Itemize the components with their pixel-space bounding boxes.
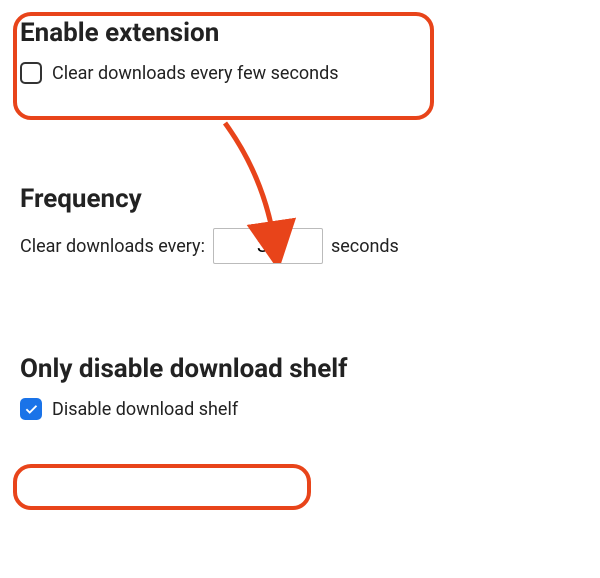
frequency-title: Frequency <box>20 184 580 214</box>
disable-shelf-checkbox-row: Disable download shelf <box>20 398 580 420</box>
clear-downloads-checkbox[interactable] <box>20 62 42 84</box>
clear-downloads-label: Clear downloads every few seconds <box>52 63 339 84</box>
disable-shelf-label: Disable download shelf <box>52 399 238 420</box>
annotation-highlight-2 <box>13 464 311 510</box>
frequency-input[interactable] <box>213 228 323 264</box>
frequency-label-after: seconds <box>331 236 399 257</box>
enable-extension-section: Enable extension Clear downloads every f… <box>20 18 580 84</box>
check-icon <box>24 402 38 416</box>
frequency-section: Frequency Clear downloads every: seconds <box>20 184 580 264</box>
disable-shelf-section: Only disable download shelf Disable down… <box>20 354 580 420</box>
enable-extension-title: Enable extension <box>20 18 580 48</box>
disable-shelf-title: Only disable download shelf <box>20 354 580 384</box>
frequency-row: Clear downloads every: seconds <box>20 228 580 264</box>
clear-downloads-checkbox-row: Clear downloads every few seconds <box>20 62 580 84</box>
frequency-label-before: Clear downloads every: <box>20 236 205 257</box>
disable-shelf-checkbox[interactable] <box>20 398 42 420</box>
